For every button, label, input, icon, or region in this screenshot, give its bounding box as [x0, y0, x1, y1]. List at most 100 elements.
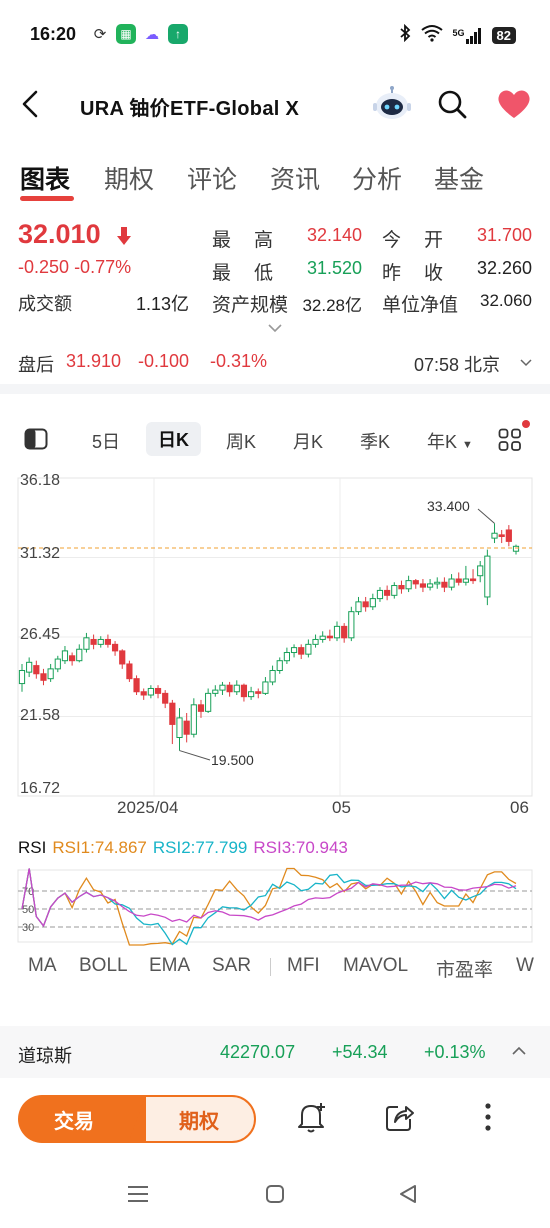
rsi-chart[interactable]: 70 50 30: [0, 866, 550, 946]
menu-icon[interactable]: [127, 1184, 149, 1204]
candle-body: [54, 658, 61, 670]
back-button[interactable]: [16, 86, 46, 122]
y-tick-label: 31.32: [20, 545, 61, 562]
bluetooth-icon: [399, 23, 411, 47]
candlestick-chart[interactable]: 36.18 31.32 26.45 21.58 16.72 2025/04 05…: [0, 468, 550, 828]
candle-body: [276, 660, 283, 671]
indicator-mfi[interactable]: MFI: [287, 955, 320, 977]
period-monthly[interactable]: 月K: [293, 428, 323, 454]
tab-chart[interactable]: 图表: [20, 160, 70, 196]
candle-body: [434, 581, 441, 585]
low-annotation-leader: [179, 750, 211, 761]
wifi-icon: [420, 24, 443, 47]
index-ticker[interactable]: 道琼斯 42270.07 +54.34 +0.13%: [0, 1026, 550, 1078]
options-button[interactable]: 期权: [128, 1095, 256, 1143]
indicator-bar: MA BOLL EMA SAR MFI MAVOL 市盈率 W: [0, 952, 550, 982]
after-hours-row[interactable]: 盘后 31.910 -0.100 -0.31% 07:58 北京: [0, 345, 550, 381]
candle-body: [76, 648, 83, 662]
candlestick-svg: [17, 477, 533, 797]
tab-analysis[interactable]: 分析: [352, 160, 402, 196]
chevron-up-icon[interactable]: [512, 1046, 526, 1056]
app-grid-icon: ▦: [116, 24, 136, 44]
back-arrow-icon: [22, 90, 38, 118]
candle-body: [169, 702, 176, 725]
period-daily[interactable]: 日K: [146, 422, 201, 456]
candle-body: [226, 684, 233, 693]
period-5day[interactable]: 5日: [92, 428, 120, 454]
alert-bell-icon[interactable]: [296, 1100, 328, 1134]
indicator-w[interactable]: W: [516, 955, 534, 977]
turnover-value: 1.13亿: [136, 294, 190, 314]
landscape-toggle-icon[interactable]: [24, 428, 48, 450]
indicator-sar[interactable]: SAR: [212, 955, 251, 977]
indicator-pe[interactable]: 市盈率: [436, 955, 493, 982]
tab-options[interactable]: 期权: [104, 160, 154, 196]
open-label: 今 开: [382, 230, 446, 251]
grid-menu-icon[interactable]: [498, 428, 522, 452]
candle-body: [333, 625, 341, 639]
y-tick-label: 36.18: [20, 472, 61, 489]
notification-dot: [522, 420, 530, 428]
candle-body: [176, 717, 183, 738]
favorite-button[interactable]: [496, 88, 532, 120]
candle-body: [190, 704, 197, 735]
status-bar: 16:20 ⟳ ▦ ☁ ↑ 5G 82: [0, 0, 550, 70]
y-tick-label: 26.45: [20, 626, 61, 643]
indicator-ema[interactable]: EMA: [149, 955, 190, 977]
home-icon[interactable]: [265, 1184, 285, 1204]
low-value: 31.520: [306, 258, 362, 278]
candle-body: [384, 589, 391, 596]
indicator-mavol[interactable]: MAVOL: [343, 955, 408, 977]
tab-comments[interactable]: 评论: [187, 160, 237, 196]
more-icon[interactable]: [472, 1100, 504, 1134]
indicator-ma[interactable]: MA: [28, 955, 57, 977]
candle-body: [412, 580, 419, 585]
rsi-legend[interactable]: RSI RSI1:74.867 RSI2:77.799 RSI3:70.943: [18, 838, 348, 858]
x-tick-label: 2025/04: [117, 798, 179, 817]
period-yearly[interactable]: 年K ▼: [427, 428, 473, 454]
page-title: URA 铀价ETF-Global X: [80, 98, 300, 120]
expand-chevron-icon[interactable]: [267, 323, 283, 333]
ticker-value: 42270.07: [220, 1042, 296, 1062]
low-label: 最 低: [212, 263, 276, 284]
candle-body: [305, 643, 312, 655]
candle-body: [455, 578, 462, 583]
period-quarterly[interactable]: 季K: [360, 428, 390, 454]
tab-news[interactable]: 资讯: [270, 160, 320, 196]
open-value: 31.700: [476, 225, 532, 245]
system-status-icons: 5G 82: [399, 23, 516, 47]
after-hours-price: 31.910: [66, 351, 122, 371]
prev-close-value: 32.260: [476, 258, 532, 278]
candle-body: [448, 578, 455, 588]
candle-body: [18, 669, 26, 685]
candle-body: [441, 581, 448, 588]
candle-body: [469, 578, 477, 582]
candle-body: [83, 637, 90, 650]
candle-body: [255, 691, 262, 694]
back-icon[interactable]: [398, 1184, 418, 1204]
candle-body: [33, 665, 40, 675]
x-tick-label: 05: [332, 798, 351, 817]
share-icon[interactable]: [384, 1100, 416, 1134]
down-arrow-icon: [117, 227, 131, 245]
candle-body: [341, 625, 348, 639]
robot-icon: [373, 86, 411, 119]
candle-body: [376, 589, 384, 600]
last-price: 32.010: [18, 219, 101, 249]
candle-body: [491, 532, 498, 539]
aum-label: 资产规模: [212, 295, 289, 316]
candle-body: [505, 529, 512, 542]
high-annotation: 33.400: [427, 498, 470, 514]
candle-body: [126, 663, 133, 680]
rsi2-value: RSI2:77.799: [152, 838, 248, 857]
candle-body: [26, 661, 33, 673]
tab-fund[interactable]: 基金: [434, 160, 484, 196]
ai-assistant-button[interactable]: [372, 86, 412, 122]
period-weekly[interactable]: 周K: [226, 428, 256, 454]
rsi-series-line: [21, 868, 517, 946]
search-button[interactable]: [436, 88, 468, 120]
candle-body: [419, 583, 427, 588]
candle-body: [262, 681, 269, 694]
after-hours-label: 盘后: [18, 355, 54, 375]
indicator-boll[interactable]: BOLL: [79, 955, 128, 977]
